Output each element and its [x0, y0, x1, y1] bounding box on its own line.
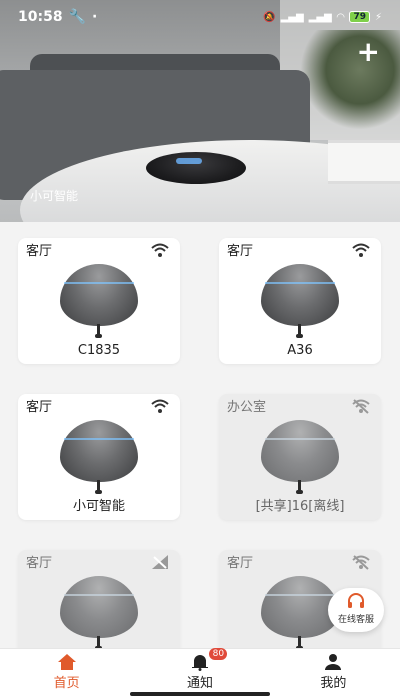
mute-icon: 🔕: [263, 11, 276, 23]
home-icon: [57, 654, 76, 670]
notification-badge: 80: [209, 648, 228, 660]
hero-books: [328, 140, 400, 184]
device-image: [60, 576, 138, 648]
no-signal-icon: [152, 555, 168, 569]
wifi-off-icon: [352, 555, 370, 570]
wifi-off-icon: [352, 399, 370, 414]
device-room: 办公室: [227, 400, 267, 415]
device-name: A36: [287, 343, 313, 358]
home-indicator: [130, 692, 270, 696]
add-device-button[interactable]: +: [357, 38, 380, 66]
wifi-icon: [151, 243, 169, 257]
device-room: 客厅: [227, 244, 254, 259]
device-image: [261, 264, 339, 342]
device-name: C1835: [77, 343, 121, 358]
bell-icon: [191, 655, 208, 671]
tab-home[interactable]: 首页: [0, 649, 133, 700]
battery-indicator: 79: [349, 11, 370, 23]
status-bar: 10:58 🔧 · 🔕 ▂▄▆ ▂▄▆ ◠ 79 ⚡: [0, 0, 400, 34]
tab-label: 首页: [53, 676, 80, 691]
hero-hub-device: [146, 152, 246, 184]
device-room: 客厅: [26, 400, 53, 415]
signal-icon-2: ▂▄▆: [308, 11, 332, 23]
user-icon: [325, 654, 342, 670]
device-card[interactable]: 客厅 小可智能: [18, 394, 180, 520]
settings-icon: 🔧: [68, 9, 87, 25]
dot-icon: ·: [92, 9, 98, 25]
device-image: [261, 420, 339, 498]
device-card[interactable]: 办公室 [共享]16[离线]: [219, 394, 381, 520]
signal-icon: ▂▄▆: [280, 11, 304, 23]
device-name: [共享]16[离线]: [255, 499, 345, 514]
device-grid: 客厅 C1835 客厅 A36 客厅 小可智能 办公室 [共享]16[离线] 客…: [0, 222, 400, 648]
device-room: 客厅: [26, 556, 53, 571]
customer-service-button[interactable]: 在线客服: [328, 588, 384, 632]
customer-service-label: 在线客服: [337, 615, 374, 625]
headset-icon: [348, 593, 364, 608]
hero-label: 小可智能: [30, 189, 79, 203]
device-room: 客厅: [227, 556, 254, 571]
device-image: [60, 264, 138, 342]
device-card[interactable]: 客厅 C1835: [18, 238, 180, 364]
wifi-icon: [151, 399, 169, 413]
device-card[interactable]: 客厅: [18, 550, 180, 648]
wifi-icon: [352, 243, 370, 257]
wifi-status-icon: ◠: [336, 11, 345, 23]
tab-label: 通知: [186, 676, 213, 691]
bottom-tab-bar: 首页 80 通知 我的: [0, 648, 400, 700]
status-time: 10:58: [18, 9, 63, 25]
device-room: 客厅: [26, 244, 53, 259]
device-name: 小可智能: [72, 499, 125, 514]
hero-plant: [300, 30, 400, 130]
tab-label: 我的: [320, 676, 347, 691]
device-image: [60, 420, 138, 498]
charging-icon: ⚡: [374, 11, 382, 23]
device-card[interactable]: 客厅 A36: [219, 238, 381, 364]
tab-profile[interactable]: 我的: [267, 649, 400, 700]
